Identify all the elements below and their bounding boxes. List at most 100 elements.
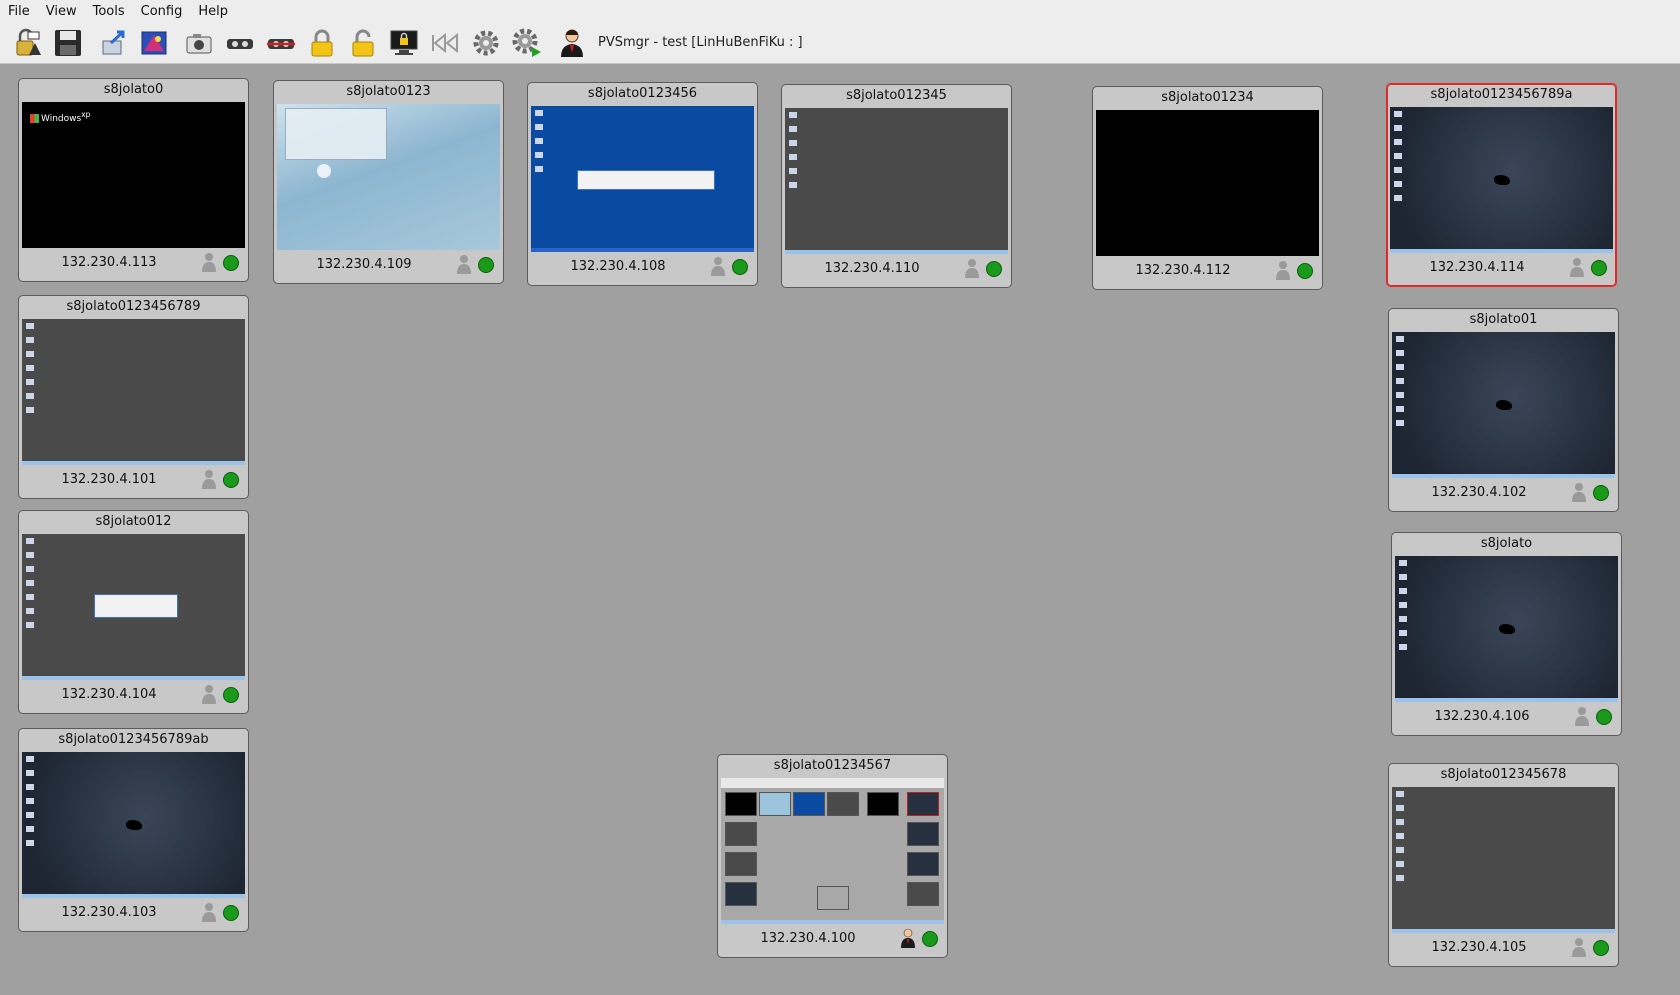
online-status-indicator — [1593, 940, 1609, 956]
online-status-indicator — [1297, 263, 1313, 279]
send-file-button[interactable] — [96, 26, 130, 60]
menu-help[interactable]: Help — [190, 4, 236, 19]
online-status-indicator — [1593, 485, 1609, 501]
menu-tools[interactable]: Tools — [85, 4, 133, 19]
client-frame-selected[interactable]: s8jolato0123456789a 132.230.4.114 — [1386, 83, 1617, 287]
client-screen-thumbnail[interactable] — [277, 104, 500, 250]
client-name: s8jolato012345 — [846, 88, 947, 103]
client-ip: 132.230.4.100 — [760, 931, 856, 946]
open-lock-button[interactable] — [10, 26, 44, 60]
client-frame[interactable]: s8jolato01234 132.230.4.112 — [1092, 86, 1323, 290]
client-screen-thumbnail[interactable] — [531, 106, 754, 252]
settings-button[interactable] — [469, 26, 503, 60]
student-user-icon[interactable] — [709, 256, 727, 276]
lock-icon — [311, 29, 333, 56]
client-screen-thumbnail[interactable]: Windowsxp — [22, 102, 245, 248]
mini-frame — [725, 882, 757, 906]
online-status-indicator — [223, 255, 239, 271]
client-screen-thumbnail[interactable] — [1390, 107, 1613, 253]
student-user-icon[interactable] — [1573, 706, 1591, 726]
desktop-icons — [1396, 336, 1404, 426]
client-ip: 132.230.4.113 — [61, 255, 157, 270]
mini-frame — [725, 822, 757, 846]
client-screen-thumbnail[interactable] — [785, 108, 1008, 254]
online-status-indicator — [732, 259, 748, 275]
monitor-lock-button[interactable] — [387, 26, 421, 60]
taskbar — [22, 894, 245, 898]
mini-frame — [793, 792, 825, 816]
client-frame[interactable]: s8jolato0123456789ab 132.230.4.103 — [18, 728, 249, 932]
client-name: s8jolato01 — [1469, 312, 1538, 327]
client-frame[interactable]: s8jolato012 132.230.4.104 — [18, 510, 249, 714]
menu-view[interactable]: View — [38, 4, 85, 19]
client-frame[interactable]: s8jolato0123456 132.230.4.108 — [527, 82, 758, 286]
student-user-icon[interactable] — [200, 252, 218, 272]
online-status-indicator — [986, 261, 1002, 277]
client-name: s8jolato01234567 — [773, 758, 892, 773]
student-user-icon[interactable] — [455, 254, 473, 274]
mini-frame — [907, 822, 939, 846]
unlock-all-button[interactable] — [346, 26, 380, 60]
toolbar: PVSmgr - test [LinHuBenFiKu : ] — [0, 22, 1680, 64]
client-screen-thumbnail[interactable] — [22, 534, 245, 680]
student-user-icon[interactable] — [1274, 260, 1292, 280]
projection-icon — [141, 31, 167, 54]
student-user-icon[interactable] — [1568, 257, 1586, 277]
client-name: s8jolato0123456789 — [66, 299, 201, 314]
client-screen-thumbnail[interactable] — [1395, 556, 1618, 702]
monitor-lock-icon — [390, 30, 418, 55]
menu-config[interactable]: Config — [133, 4, 191, 19]
mini-frame — [725, 792, 757, 816]
client-name: s8jolato0123 — [346, 84, 431, 99]
menu-file[interactable]: File — [0, 4, 38, 19]
projector-button[interactable] — [223, 26, 257, 60]
desktop-icons — [26, 538, 34, 628]
client-frame[interactable]: s8jolato012345678 132.230.4.105 — [1388, 763, 1619, 967]
student-user-icon[interactable] — [963, 258, 981, 278]
client-name: s8jolato0123456 — [587, 86, 698, 101]
save-button[interactable] — [51, 26, 85, 60]
mini-frame — [907, 792, 939, 816]
client-screen-thumbnail[interactable] — [22, 752, 245, 898]
client-screen-thumbnail[interactable] — [721, 778, 944, 924]
client-ip: 132.230.4.109 — [316, 257, 412, 272]
client-frame[interactable]: s8jolato012345 132.230.4.110 — [781, 84, 1012, 288]
client-frame-tutor[interactable]: s8jolato01234567 132.230.4.100 — [717, 754, 948, 958]
client-frame[interactable]: s8jolato 132.230.4.106 — [1391, 532, 1622, 736]
projection-button[interactable] — [137, 26, 171, 60]
settings-run-icon — [512, 28, 541, 57]
mini-frame — [907, 852, 939, 876]
xfce-logo — [1499, 624, 1515, 634]
rewind-icon — [432, 32, 458, 53]
client-name: s8jolato012345678 — [1440, 767, 1567, 782]
client-screen-thumbnail[interactable] — [1392, 787, 1615, 933]
taskbar — [1390, 249, 1613, 253]
client-frame[interactable]: s8jolato0123 132.230.4.109 — [273, 80, 504, 284]
tutor-button[interactable] — [555, 26, 589, 60]
student-user-icon[interactable] — [1570, 482, 1588, 502]
lock-all-button[interactable] — [305, 26, 339, 60]
client-ip: 132.230.4.101 — [61, 472, 157, 487]
client-screen-thumbnail[interactable] — [1096, 110, 1319, 256]
camera-button[interactable] — [182, 26, 216, 60]
student-user-icon[interactable] — [200, 902, 218, 922]
settings-run-button[interactable] — [510, 26, 544, 60]
settings-gear-icon — [473, 30, 499, 55]
windows-xp-logo: Windowsxp — [30, 110, 90, 124]
menubar: File View Tools Config Help — [0, 0, 1680, 22]
rewind-button[interactable] — [428, 26, 462, 60]
client-ip: 132.230.4.112 — [1135, 263, 1231, 278]
mini-frame — [817, 886, 849, 910]
xfce-logo — [1496, 400, 1512, 410]
student-user-icon[interactable] — [1570, 937, 1588, 957]
client-screen-thumbnail[interactable] — [22, 319, 245, 465]
client-frame[interactable]: s8jolato0123456789 132.230.4.101 — [18, 295, 249, 499]
client-frame[interactable]: s8jolato01 132.230.4.102 — [1388, 308, 1619, 512]
student-user-icon[interactable] — [200, 469, 218, 489]
projector-stop-button[interactable] — [264, 26, 298, 60]
student-user-icon[interactable] — [200, 684, 218, 704]
client-screen-thumbnail[interactable] — [1392, 332, 1615, 478]
tutor-user-icon[interactable] — [899, 928, 917, 948]
client-frame[interactable]: s8jolato0 Windowsxp 132.230.4.113 — [18, 78, 249, 282]
xfce-logo — [1494, 175, 1510, 185]
